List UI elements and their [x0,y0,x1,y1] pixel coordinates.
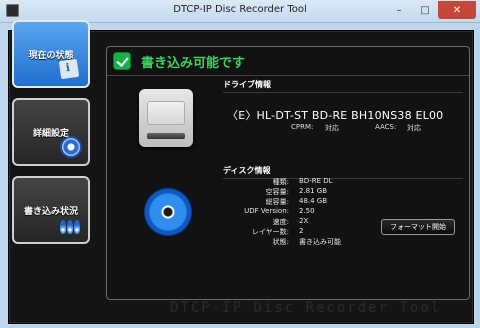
app-window: DTCP-IP Disc Recorder Tool – □ ✕ 現在の状態 詳… [0,0,480,328]
brand-watermark: DTCP-IP Disc Recorder Tool [170,300,442,316]
info-document-icon [58,58,80,80]
cprm-value: 対応 [325,124,339,132]
disc-info-key: レイヤー数: [251,228,289,236]
nav-tile-label: 現在の状態 [28,51,74,61]
cprm-label: CPRM: [291,123,314,131]
section-divider [223,92,463,93]
flame-icon [60,220,66,234]
status-header: 書き込み可能です [107,47,469,76]
nav-tile-detailed-settings[interactable]: 詳細設定 [12,98,90,166]
disc-info-key: 状態: [272,238,289,246]
drive-info-section: ドライブ情報 〈E〉HL-DT-ST BD-RE BH10NS38 EL00 C… [107,77,469,161]
disc-info-value: BD-RE DL [299,177,333,185]
disc-info-key: 種類: [272,178,289,186]
nav-tile-label: 詳細設定 [32,129,69,139]
disc-info-value: 2.50 [299,207,315,215]
disc-info-value: 書き込み可能 [299,238,341,246]
drive-info-title: ドライブ情報 [223,80,271,89]
disc-info-key: UDF Version: [244,207,289,215]
flame-icon [74,220,80,234]
main-panel: 書き込み可能です ドライブ情報 〈E〉HL-DT-ST BD-RE BH10NS… [106,46,470,300]
drive-name: 〈E〉HL-DT-ST BD-RE BH10NS38 EL00 [227,109,444,122]
disc-info-value: 48.4 GB [299,197,328,205]
aacs-value: 対応 [407,124,421,132]
format-start-button[interactable]: フォーマット開始 [381,219,455,235]
flame-icon [60,220,80,234]
nav-tile-label: 書き込み状況 [23,207,78,217]
disc-info-title: ディスク情報 [223,166,271,175]
minimize-button[interactable]: – [386,1,412,19]
check-icon [113,52,131,70]
nav-tile-writing-status[interactable]: 書き込み状況 [12,176,90,244]
disc-info-key: 速度: [272,218,289,226]
disc-info-value: 2.81 GB [299,187,328,195]
drive-icon [139,89,193,147]
close-button[interactable]: ✕ [438,1,476,19]
window-controls: – □ ✕ [386,1,476,19]
disc-info-key: 総容量: [265,198,289,206]
nav-tile-current-status[interactable]: 現在の状態 [12,20,90,88]
gear-icon [62,138,80,156]
flame-icon [67,220,73,234]
maximize-button[interactable]: □ [412,1,438,19]
aacs-label: AACS: [375,123,397,131]
disc-info-key: 空容量: [265,188,289,196]
status-text: 書き込み可能です [141,56,246,71]
disc-icon [145,189,191,235]
disc-info-section: ディスク情報 種類: BD-RE DL 空容量: 2.81 GB 総容量: 48… [107,163,469,299]
